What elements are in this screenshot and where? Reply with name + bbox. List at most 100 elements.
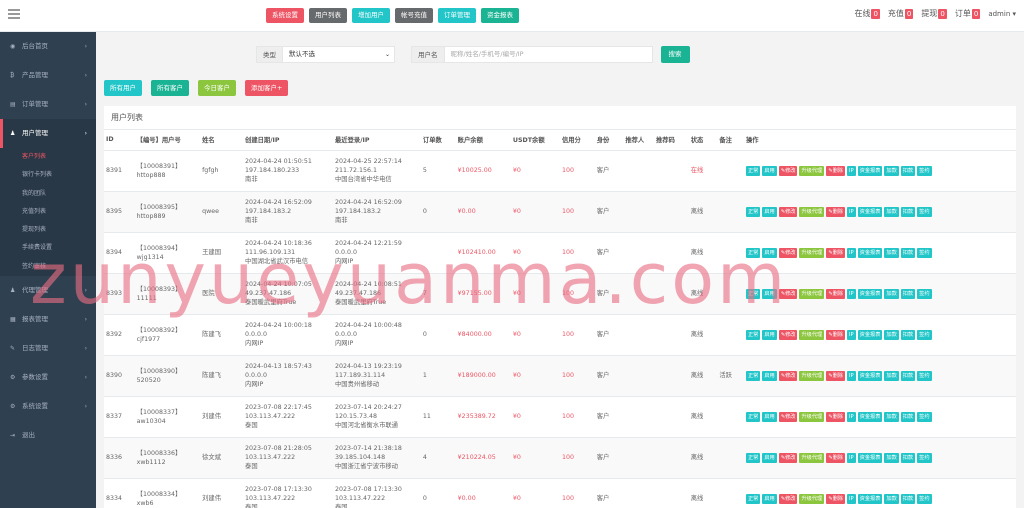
top-button[interactable]: 帐号充值: [395, 8, 433, 23]
action-button[interactable]: 正常: [745, 493, 761, 504]
submenu-item[interactable]: 手续费设置: [0, 239, 96, 257]
action-button[interactable]: IP: [846, 288, 856, 299]
action-button[interactable]: 扣款: [900, 206, 916, 217]
action-button[interactable]: 扣款: [900, 247, 916, 258]
stat-1[interactable]: 充值 0: [888, 8, 914, 19]
action-button[interactable]: ✎删除: [826, 411, 845, 422]
action-button[interactable]: ✎删除: [826, 206, 845, 217]
action-button[interactable]: ✎修改: [778, 329, 798, 340]
action-button[interactable]: 启用: [762, 329, 777, 340]
action-button[interactable]: 启用: [762, 247, 777, 258]
action-button[interactable]: 签约: [917, 247, 932, 258]
sidebar-item[interactable]: ✎ 日志管理 ›: [0, 334, 96, 363]
submenu-item[interactable]: 提现列表: [0, 221, 96, 239]
type-select[interactable]: 默认不选 ⌄: [283, 46, 395, 63]
menu-toggle-icon[interactable]: [8, 9, 20, 19]
action-button[interactable]: 资金报表: [857, 206, 883, 217]
action-button[interactable]: ✎删除: [826, 452, 845, 463]
top-button[interactable]: 用户列表: [309, 8, 347, 23]
action-button[interactable]: 签约: [917, 165, 932, 176]
action-button[interactable]: 扣款: [900, 493, 916, 504]
submenu-item[interactable]: 充值列表: [0, 203, 96, 221]
action-button[interactable]: 启用: [762, 411, 777, 422]
action-button[interactable]: 扣款: [900, 329, 916, 340]
stat-0[interactable]: 在线 0: [854, 8, 880, 19]
submenu-item[interactable]: 银行卡列表: [0, 166, 96, 184]
sidebar-item[interactable]: ⇥ 退出: [0, 421, 96, 450]
sidebar-item[interactable]: ₿ 产品管理 ›: [0, 61, 96, 90]
action-button[interactable]: 升级代理: [799, 165, 825, 176]
action-button[interactable]: 资金报表: [857, 493, 883, 504]
action-button[interactable]: ✎修改: [778, 206, 798, 217]
action-button[interactable]: IP: [846, 206, 856, 217]
action-button[interactable]: 升级代理: [799, 206, 825, 217]
action-button[interactable]: 升级代理: [799, 493, 825, 504]
action-button[interactable]: IP: [846, 247, 856, 258]
action-button[interactable]: 启用: [762, 370, 777, 381]
action-button[interactable]: ✎删除: [826, 247, 845, 258]
action-button[interactable]: IP: [846, 329, 856, 340]
action-button[interactable]: 加款: [884, 165, 899, 176]
action-button[interactable]: 正常: [745, 165, 761, 176]
action-button[interactable]: 正常: [745, 411, 761, 422]
action-button[interactable]: 升级代理: [799, 370, 825, 381]
sidebar-item[interactable]: ◉ 后台首页 ›: [0, 32, 96, 61]
action-button[interactable]: 资金报表: [857, 452, 883, 463]
action-button[interactable]: 资金报表: [857, 288, 883, 299]
action-button[interactable]: ✎修改: [778, 452, 798, 463]
action-button[interactable]: IP: [846, 411, 856, 422]
action-button[interactable]: 升级代理: [799, 247, 825, 258]
search-input[interactable]: 昵称/姓名/手机号/编号/IP: [444, 46, 653, 63]
action-button[interactable]: 升级代理: [799, 329, 825, 340]
sidebar-item[interactable]: ⚙ 参数设置 ›: [0, 363, 96, 392]
action-button[interactable]: ✎修改: [778, 165, 798, 176]
action-button[interactable]: 启用: [762, 493, 777, 504]
action-button[interactable]: 加款: [884, 206, 899, 217]
action-button[interactable]: 扣款: [900, 411, 916, 422]
action-button[interactable]: 扣款: [900, 288, 916, 299]
action-button[interactable]: 启用: [762, 288, 777, 299]
top-button[interactable]: 订单管理: [438, 8, 476, 23]
action-button[interactable]: ✎修改: [778, 493, 798, 504]
action-button[interactable]: 升级代理: [799, 411, 825, 422]
action-button[interactable]: 加款: [884, 370, 899, 381]
action-button[interactable]: 正常: [745, 370, 761, 381]
action-button[interactable]: 加款: [884, 329, 899, 340]
action-button[interactable]: 资金报表: [857, 329, 883, 340]
submenu-item[interactable]: 客户列表: [0, 148, 96, 166]
action-button[interactable]: 扣款: [900, 165, 916, 176]
quick-filter-button[interactable]: 所有用户: [104, 80, 142, 96]
top-button[interactable]: 系统设置: [266, 8, 304, 23]
action-button[interactable]: ✎删除: [826, 329, 845, 340]
action-button[interactable]: 升级代理: [799, 288, 825, 299]
action-button[interactable]: ✎删除: [826, 370, 845, 381]
action-button[interactable]: IP: [846, 493, 856, 504]
stat-3[interactable]: 订单 0: [955, 8, 981, 19]
action-button[interactable]: ✎删除: [826, 493, 845, 504]
action-button[interactable]: 加款: [884, 452, 899, 463]
quick-filter-button[interactable]: 今日客户: [198, 80, 236, 96]
action-button[interactable]: 签约: [917, 288, 932, 299]
submenu-item[interactable]: 签约审核: [0, 258, 96, 276]
search-button[interactable]: 搜索: [660, 46, 690, 63]
action-button[interactable]: ✎修改: [778, 370, 798, 381]
sidebar-item[interactable]: ▤ 订单管理 ›: [0, 90, 96, 119]
action-button[interactable]: 加款: [884, 411, 899, 422]
action-button[interactable]: 签约: [917, 370, 932, 381]
action-button[interactable]: 扣款: [900, 452, 916, 463]
sidebar-item[interactable]: ▦ 报表管理 ›: [0, 305, 96, 334]
action-button[interactable]: ✎删除: [826, 165, 845, 176]
action-button[interactable]: IP: [846, 370, 856, 381]
action-button[interactable]: ✎修改: [778, 288, 798, 299]
sidebar-item[interactable]: ♟ 代理管理 ›: [0, 276, 96, 305]
action-button[interactable]: ✎修改: [778, 247, 798, 258]
action-button[interactable]: 签约: [917, 206, 932, 217]
action-button[interactable]: 正常: [745, 452, 761, 463]
action-button[interactable]: 启用: [762, 452, 777, 463]
quick-filter-button[interactable]: 所有客户: [151, 80, 189, 96]
action-button[interactable]: 加款: [884, 493, 899, 504]
sidebar-item[interactable]: ⚙ 系统设置 ›: [0, 392, 96, 421]
action-button[interactable]: 资金报表: [857, 247, 883, 258]
action-button[interactable]: 签约: [917, 411, 932, 422]
action-button[interactable]: 正常: [745, 288, 761, 299]
